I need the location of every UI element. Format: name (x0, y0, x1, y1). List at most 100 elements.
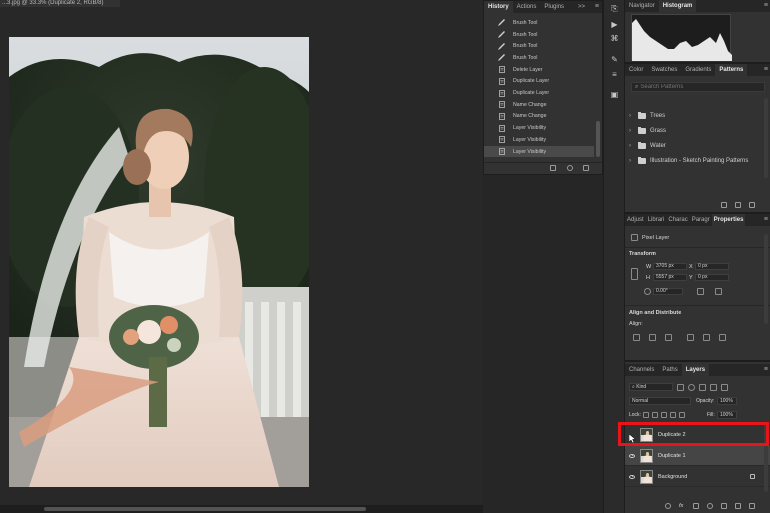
delete-pattern-trash-icon[interactable] (749, 202, 755, 208)
history-scrollbar[interactable] (596, 121, 600, 157)
filter-shape-icon[interactable] (710, 384, 717, 391)
y-position-field[interactable]: 0 px (695, 274, 729, 281)
tab-patterns[interactable]: Patterns (715, 64, 748, 76)
plugins-icon[interactable]: ⌘ (610, 34, 619, 43)
history-state[interactable]: Brush Tool (484, 17, 594, 29)
tab-histogram[interactable]: Histogram (658, 0, 697, 12)
patterns-scrollbar[interactable] (764, 98, 768, 178)
lock-position-icon[interactable] (661, 412, 667, 418)
panel-menu-icon[interactable]: ≡ (764, 214, 768, 226)
history-state[interactable]: Brush Tool (484, 29, 594, 41)
chevron-right-icon[interactable]: › (629, 113, 635, 119)
align-top-icon[interactable] (687, 334, 694, 341)
layer-filter-select[interactable]: ⌕ Kind (629, 383, 673, 391)
history-state[interactable]: Layer Visibility (484, 134, 594, 146)
align-center-icon[interactable] (649, 334, 656, 341)
actions-play-icon[interactable]: ▶ (610, 20, 619, 29)
canvas-image[interactable] (9, 37, 309, 487)
align-bottom-icon[interactable] (719, 334, 726, 341)
tab-color[interactable]: Color (625, 64, 647, 76)
pattern-search-box[interactable]: ⌕ (631, 82, 765, 92)
link-layers-icon[interactable] (665, 503, 671, 509)
tab-paths[interactable]: Paths (658, 364, 681, 376)
tab-libraries[interactable]: Librari (646, 214, 667, 226)
width-field[interactable]: 3705 px (653, 263, 687, 270)
layer-style-fx-icon[interactable]: fx (679, 503, 683, 509)
adjustment-layer-icon[interactable] (707, 503, 713, 509)
history-state[interactable]: Duplicate Layer (484, 76, 594, 88)
snapshot-camera-icon[interactable] (567, 165, 573, 171)
layer-comps-icon[interactable]: ▣ (610, 90, 619, 99)
tab-channels[interactable]: Channels (625, 364, 658, 376)
lock-all-icon[interactable] (679, 412, 685, 418)
tab-plugins[interactable]: Plugins (540, 1, 568, 13)
new-group-folder-icon[interactable] (721, 503, 727, 509)
properties-scrollbar[interactable] (764, 234, 768, 324)
panel-menu-icon[interactable]: ≡ (595, 1, 599, 13)
layer-row[interactable]: Background (625, 467, 770, 487)
layer-row[interactable]: Duplicate 1 (625, 446, 770, 466)
chevron-right-icon[interactable]: › (629, 158, 635, 164)
x-position-field[interactable]: 0 px (695, 263, 729, 270)
chevron-right-icon[interactable]: › (629, 128, 635, 134)
tab-navigator[interactable]: Navigator (625, 0, 659, 12)
history-panel-icon[interactable]: ⎘ (610, 4, 619, 13)
new-group-folder-icon[interactable] (721, 202, 727, 208)
filter-type-icon[interactable] (699, 384, 706, 391)
transform-section-label[interactable]: Transform (629, 251, 656, 257)
pattern-folder[interactable]: › Illustration - Sketch Painting Patterns (629, 156, 748, 166)
flip-horizontal-icon[interactable] (697, 288, 704, 295)
delete-state-trash-icon[interactable] (583, 165, 589, 171)
pattern-search-input[interactable] (640, 84, 761, 90)
adjustments-sliders-icon[interactable]: ≡ (610, 70, 619, 79)
tab-actions[interactable]: Actions (513, 1, 541, 13)
tab-layers[interactable]: Layers (681, 364, 710, 376)
new-pattern-icon[interactable] (735, 202, 741, 208)
visibility-eye-icon[interactable] (629, 474, 635, 479)
brush-settings-icon[interactable]: ✎ (610, 55, 619, 64)
align-middle-icon[interactable] (703, 334, 710, 341)
tab-swatches[interactable]: Swatches (647, 64, 681, 76)
blend-mode-select[interactable]: Normal (629, 397, 691, 405)
history-state[interactable]: Name Change (484, 99, 594, 111)
flip-vertical-icon[interactable] (715, 288, 722, 295)
history-state[interactable]: Brush Tool (484, 52, 594, 64)
lock-artboard-icon[interactable] (670, 412, 676, 418)
height-field[interactable]: 5557 px (653, 274, 687, 281)
tab-history[interactable]: History (484, 1, 513, 13)
chevron-right-icon[interactable]: › (629, 143, 635, 149)
panel-menu-icon[interactable]: ≡ (764, 364, 768, 376)
tab-gradients[interactable]: Gradients (681, 64, 715, 76)
pattern-folder[interactable]: › Trees (629, 111, 665, 121)
pattern-folder[interactable]: › Water (629, 141, 666, 151)
history-state[interactable]: Name Change (484, 111, 594, 123)
add-mask-icon[interactable] (693, 503, 699, 509)
history-state[interactable]: Layer Visibility (484, 122, 594, 134)
opacity-field[interactable]: 100% (717, 397, 737, 405)
history-state[interactable]: Layer Visibility (484, 145, 594, 158)
document-tab[interactable]: ...3.jpg @ 33.3% (Duplicate 2, RGB/8) (0, 0, 120, 7)
tab-character[interactable]: Charac (666, 214, 689, 226)
align-right-icon[interactable] (665, 334, 672, 341)
new-document-from-state-icon[interactable] (550, 165, 556, 171)
align-distribute-section-label[interactable]: Align and Distribute (629, 310, 681, 316)
panel-menu-icon[interactable]: ≡ (764, 0, 768, 12)
new-layer-icon[interactable] (735, 503, 741, 509)
tab-properties[interactable]: Properties (711, 214, 746, 226)
link-dimensions-icon[interactable] (631, 268, 638, 280)
delete-layer-trash-icon[interactable] (749, 503, 755, 509)
fill-field[interactable]: 100% (717, 411, 737, 419)
tab-adjustments[interactable]: Adjust (625, 214, 646, 226)
horizontal-scroll-thumb[interactable] (44, 507, 366, 511)
filter-pixel-icon[interactable] (677, 384, 684, 391)
expand-panels-button[interactable]: >> (574, 1, 589, 13)
filter-adjustment-icon[interactable] (688, 384, 695, 391)
align-left-icon[interactable] (633, 334, 640, 341)
panel-menu-icon[interactable]: ≡ (764, 64, 768, 76)
pattern-folder[interactable]: › Grass (629, 126, 666, 136)
filter-smart-object-icon[interactable] (721, 384, 728, 391)
tab-paragraph[interactable]: Paragr (690, 214, 712, 226)
lock-image-icon[interactable] (652, 412, 658, 418)
history-state[interactable]: Duplicate Layer (484, 87, 594, 99)
history-state[interactable]: Brush Tool (484, 40, 594, 52)
